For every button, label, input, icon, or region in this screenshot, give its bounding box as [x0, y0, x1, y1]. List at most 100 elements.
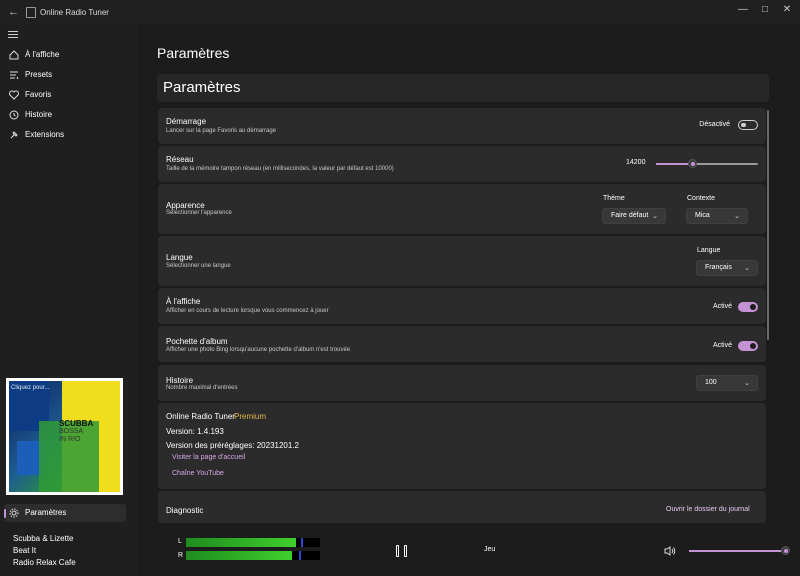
playback-status: Jeu — [484, 546, 496, 553]
vu-left-fill — [186, 538, 296, 547]
scrollbar[interactable] — [767, 110, 769, 340]
homepage-link[interactable]: Visiter la page d'accueil — [172, 454, 245, 461]
about-version: Version: 1.4.193 — [166, 427, 224, 436]
about-app-name: Online Radio Tuner — [166, 412, 235, 421]
list-icon — [10, 71, 19, 80]
about-presets-version: Version des préréglages: 20231201.2 — [166, 441, 299, 450]
appearance-desc: Sélectionner l'apparence — [166, 210, 232, 216]
gear-icon — [9, 508, 19, 518]
vu-meter-right — [186, 551, 320, 560]
vu-left-peak — [301, 538, 303, 547]
startup-toggle[interactable] — [738, 120, 758, 130]
album-hint-text: Cliquez pour... — [11, 385, 50, 391]
sidebar-item-presets[interactable]: Presets — [4, 66, 126, 84]
network-value: 14200 — [626, 159, 646, 166]
language-card: Langue Sélectionner une langue Langue Fr… — [158, 236, 766, 286]
theme-value: Faire défaut — [611, 212, 649, 219]
album-art: Cliquez pour... SCUBBA BOSSA IN RIO — [9, 381, 120, 492]
appearance-card: Apparence Sélectionner l'apparence Thème… — [158, 184, 766, 234]
open-log-folder-link[interactable]: Ouvrir le dossier du journal — [666, 506, 750, 513]
startup-desc: Lancer sur la page Favoris au démarrage — [166, 128, 277, 134]
app-icon — [26, 7, 36, 18]
language-value: Français — [705, 264, 732, 271]
context-dropdown[interactable]: Mica ⌄ — [686, 208, 748, 224]
language-label: Langue — [697, 247, 721, 254]
settings-header-title: Paramètres — [163, 79, 241, 96]
sidebar-item-label: Extensions — [25, 130, 65, 139]
album-cover-card: Pochette d'album Afficher une photo Bing… — [158, 326, 766, 362]
context-value: Mica — [695, 212, 710, 219]
sidebar-item-label: Histoire — [25, 110, 53, 119]
album-cover[interactable]: Cliquez pour... SCUBBA BOSSA IN RIO — [6, 378, 123, 495]
startup-title: Démarrage — [166, 117, 207, 126]
network-buffer-slider[interactable] — [656, 159, 758, 168]
recent-song[interactable]: Scubba & Lizette — [13, 534, 73, 543]
network-slider-fill — [656, 163, 693, 165]
about-card: Online Radio Tuner Premium Version: 1.4.… — [158, 403, 766, 489]
back-arrow-icon[interactable]: ← — [8, 6, 19, 18]
youtube-link[interactable]: Chaîne YouTube — [172, 470, 224, 477]
network-card: Réseau Taille de la mémoire tampon résea… — [158, 146, 766, 182]
settings-header: Paramètres — [157, 74, 769, 102]
cover-desc: Afficher une photo Bing lorsqu'aucune po… — [166, 347, 351, 353]
volume-slider[interactable] — [689, 546, 790, 555]
sidebar-item-favorites[interactable]: Favoris — [4, 86, 126, 104]
chevron-down-icon: ⌄ — [744, 380, 750, 387]
about-edition: Premium — [234, 412, 267, 421]
history-card: Histoire Nombre maximal d'entrées 100 ⌄ — [158, 365, 766, 401]
now-playing-state-label: Activé — [712, 303, 732, 310]
now-playing-title: À l'affiche — [166, 297, 201, 306]
theme-label: Thème — [603, 195, 625, 202]
history-value: 100 — [705, 379, 717, 386]
vu-meter-left — [186, 538, 320, 547]
vu-left-label: L — [178, 538, 182, 545]
page-title: Paramètres — [157, 45, 230, 61]
close-icon[interactable]: ✕ — [777, 4, 797, 15]
pause-icon-bar — [404, 545, 407, 557]
cover-toggle[interactable] — [738, 341, 758, 351]
sidebar-item-label: Favoris — [25, 90, 52, 99]
diagnostics-card: Diagnostic Ouvrir le dossier du journal — [158, 491, 766, 523]
pause-button[interactable] — [396, 545, 410, 557]
volume-slider-thumb[interactable] — [780, 546, 790, 555]
history-dropdown[interactable]: 100 ⌄ — [696, 375, 758, 391]
home-icon — [9, 50, 19, 60]
album-title: SCUBBA — [59, 419, 94, 428]
network-slider-thumb[interactable] — [688, 159, 698, 168]
sidebar-item-settings[interactable]: Paramètres — [4, 504, 126, 522]
minimize-icon[interactable]: — — [733, 4, 753, 15]
recent-song[interactable]: Radio Relax Cafe — [13, 558, 76, 567]
language-desc: Sélectionner une langue — [166, 263, 231, 269]
sidebar-item-history[interactable]: Histoire — [4, 106, 126, 124]
language-dropdown[interactable]: Français ⌄ — [696, 260, 758, 276]
sidebar-item-extensions[interactable]: Extensions — [4, 126, 126, 144]
cover-state-label: Activé — [712, 342, 732, 349]
volume-slider-fill — [689, 550, 785, 552]
volume-icon[interactable] — [664, 546, 676, 556]
sidebar-item-label: À l'affiche — [25, 50, 60, 59]
startup-state-label: Désactivé — [699, 121, 730, 128]
now-playing-desc: Afficher en cours de lecture lorsque vou… — [166, 308, 329, 314]
album-subtitle-2: IN RIO — [59, 436, 81, 443]
puzzle-icon — [10, 131, 18, 139]
theme-dropdown[interactable]: Faire défaut ⌄ — [602, 208, 666, 224]
history-title: Histoire — [166, 376, 194, 385]
sidebar-item-label: Presets — [25, 70, 53, 79]
app-title: Online Radio Tuner — [40, 8, 109, 17]
pause-icon — [396, 545, 399, 557]
recent-song[interactable]: Beat It — [13, 546, 36, 555]
cover-title: Pochette d'album — [166, 337, 228, 346]
maximize-icon[interactable]: □ — [755, 4, 775, 15]
history-icon — [9, 110, 19, 120]
title-bar: ← Online Radio Tuner — □ ✕ — [0, 0, 800, 24]
appearance-title: Apparence — [166, 201, 205, 210]
sidebar: À l'affiche Presets Favoris Histoire Ext… — [0, 24, 138, 576]
vu-right-label: R — [178, 552, 184, 559]
chevron-down-icon: ⌄ — [744, 265, 750, 272]
now-playing-toggle[interactable] — [738, 302, 758, 312]
sidebar-item-now-playing[interactable]: À l'affiche — [4, 46, 126, 64]
language-title: Langue — [166, 253, 193, 262]
hamburger-menu-icon[interactable] — [8, 29, 18, 40]
chevron-down-icon: ⌄ — [652, 213, 658, 220]
diagnostics-title: Diagnostic — [166, 506, 204, 515]
